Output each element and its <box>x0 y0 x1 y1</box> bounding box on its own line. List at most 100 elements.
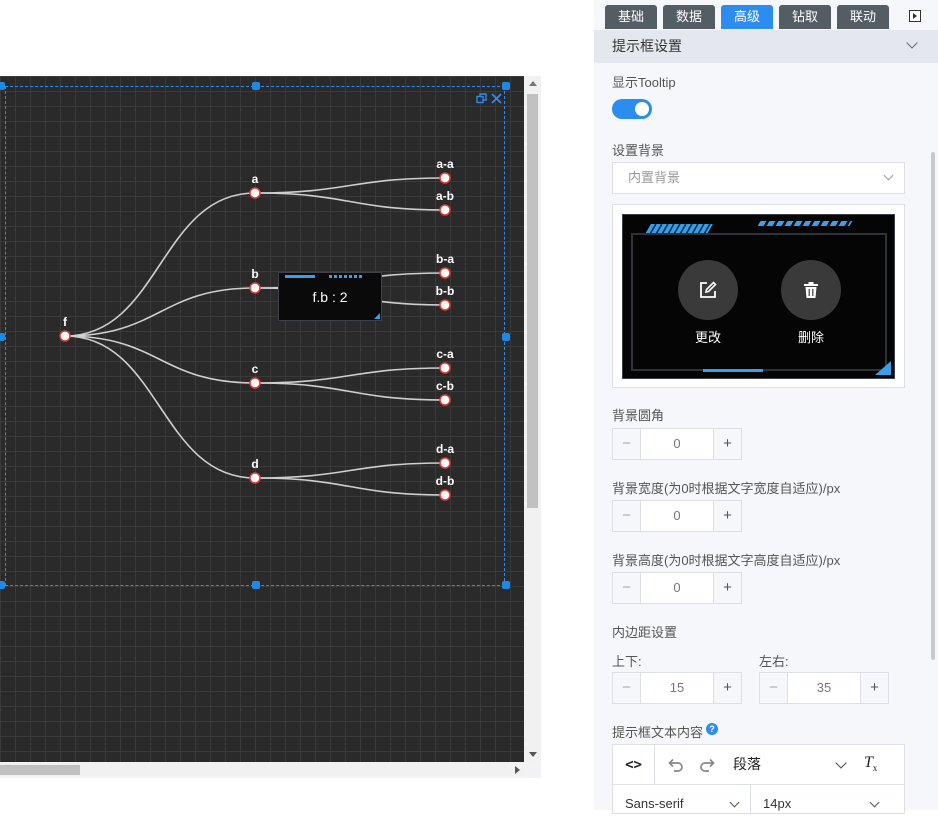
tooltip-deco <box>329 275 363 278</box>
padding-horizontal-decrement-button[interactable]: − <box>760 673 788 703</box>
radius-stepper[interactable]: − 0 + <box>612 428 742 460</box>
padding-vertical-label: 上下: <box>612 654 642 669</box>
chevron-down-icon <box>883 170 894 181</box>
tab-data[interactable]: 数据 <box>663 5 715 29</box>
bg-preview: 更改 删除 <box>622 214 895 379</box>
padding-vertical-value[interactable]: 15 <box>641 673 713 703</box>
show-tooltip-toggle[interactable] <box>612 99 652 119</box>
preview-deco <box>757 221 853 226</box>
resize-handle-mr[interactable] <box>502 333 510 341</box>
clear-format-icon[interactable]: Tx <box>864 754 877 773</box>
tab-drill[interactable]: 钻取 <box>779 5 831 29</box>
editor-font-row: Sans-serif 14px <box>613 785 904 815</box>
resize-handle-bl[interactable] <box>0 581 5 589</box>
edit-icon <box>678 260 738 320</box>
preview-corner <box>875 361 891 375</box>
height-decrement-button[interactable]: − <box>613 573 641 603</box>
rich-text-editor[interactable]: <> 段落 Tx Sans-serif 14px <box>612 744 905 815</box>
chart-canvas[interactable]: f a a-a a-b b b-a b-b c c-a c-b d d-a d-b f.b : 2 <box>0 76 524 762</box>
help-icon[interactable]: ? <box>706 723 718 735</box>
selection-box[interactable] <box>0 82 510 589</box>
chevron-down-icon <box>729 797 740 808</box>
preview-deco <box>703 369 763 372</box>
tab-linkage[interactable]: 联动 <box>837 5 889 29</box>
chart-tooltip: f.b : 2 <box>278 272 382 321</box>
resize-handle-br[interactable] <box>502 581 510 589</box>
scroll-down-icon[interactable] <box>529 752 537 757</box>
tooltip-settings-header[interactable]: 提示框设置 <box>594 30 938 63</box>
padding-horizontal-increment-button[interactable]: + <box>860 673 888 703</box>
delete-bg-button[interactable]: 删除 <box>780 260 842 346</box>
tab-bar: 基础 数据 高级 钻取 联动 <box>594 0 938 30</box>
bg-label: 设置背景 <box>612 143 665 158</box>
width-decrement-button[interactable]: − <box>613 501 641 531</box>
resize-handle-ml[interactable] <box>0 333 5 341</box>
trash-icon <box>781 260 841 320</box>
radius-value[interactable]: 0 <box>641 429 713 459</box>
undo-icon[interactable] <box>664 754 686 776</box>
padding-horizontal-stepper[interactable]: − 35 + <box>759 672 889 704</box>
font-family-select[interactable]: Sans-serif <box>613 785 751 815</box>
resize-handle-tr[interactable] <box>502 82 510 90</box>
padding-vertical-increment-button[interactable]: + <box>713 673 741 703</box>
vertical-scroll-thumb[interactable] <box>527 94 538 508</box>
play-icon <box>909 10 921 22</box>
height-label: 背景高度(为0时根据文字高度自适应)/px <box>612 553 841 568</box>
tooltip-corner <box>374 313 380 319</box>
tab-basic[interactable]: 基础 <box>605 5 657 29</box>
bg-select[interactable]: 内置背景 <box>612 162 905 194</box>
padding-label: 内边距设置 <box>612 625 678 640</box>
redo-icon[interactable] <box>697 754 719 776</box>
width-value[interactable]: 0 <box>641 501 713 531</box>
width-increment-button[interactable]: + <box>713 501 741 531</box>
resize-handle-tl[interactable] <box>0 82 5 90</box>
canvas-area: f a a-a a-b b b-a b-b c c-a c-b d d-a d-b f.b : 2 <box>0 76 541 778</box>
preview-frame <box>631 233 887 371</box>
height-value[interactable]: 0 <box>641 573 713 603</box>
radius-decrement-button[interactable]: − <box>613 429 641 459</box>
delete-bg-label: 删除 <box>797 330 824 345</box>
padding-horizontal-value[interactable]: 35 <box>788 673 860 703</box>
height-stepper[interactable]: − 0 + <box>612 572 742 604</box>
resize-handle-tm[interactable] <box>252 82 260 90</box>
restore-icon[interactable] <box>476 93 487 106</box>
close-icon[interactable] <box>491 93 502 106</box>
font-family-value: Sans-serif <box>625 796 684 811</box>
width-stepper[interactable]: − 0 + <box>612 500 742 532</box>
horizontal-scroll-thumb[interactable] <box>0 765 80 775</box>
scroll-right-icon[interactable] <box>515 766 520 774</box>
content-label: 提示框文本内容 <box>612 725 704 740</box>
toggle-knob <box>635 102 649 116</box>
chevron-down-icon[interactable] <box>835 757 847 769</box>
edit-bg-button[interactable]: 更改 <box>677 260 739 346</box>
edit-bg-label: 更改 <box>694 330 721 345</box>
chevron-down-icon <box>869 797 880 808</box>
height-increment-button[interactable]: + <box>713 573 741 603</box>
bg-select-value: 内置背景 <box>628 170 681 185</box>
panel-toggle-button[interactable] <box>900 4 930 28</box>
chevron-down-icon <box>906 37 918 49</box>
radius-label: 背景圆角 <box>612 408 665 423</box>
paragraph-select[interactable]: 段落 <box>733 745 761 784</box>
tooltip-deco <box>285 275 315 278</box>
font-size-select[interactable]: 14px <box>751 785 904 815</box>
code-view-button[interactable]: <> <box>613 745 655 784</box>
editor-toolbar: <> 段落 Tx <box>613 745 904 785</box>
vertical-scrollbar[interactable] <box>524 76 541 762</box>
bg-preview-container: 更改 删除 <box>612 204 905 388</box>
scroll-up-icon[interactable] <box>529 81 537 86</box>
font-size-value: 14px <box>763 796 792 811</box>
padding-vertical-decrement-button[interactable]: − <box>613 673 641 703</box>
selection-tools <box>476 93 502 106</box>
settings-panel: 基础 数据 高级 钻取 联动 提示框设置 显示Tooltip 设置背景 内置背景 <box>594 0 938 815</box>
panel-scrollbar[interactable] <box>931 152 935 660</box>
section-title: 提示框设置 <box>612 38 682 54</box>
radius-increment-button[interactable]: + <box>713 429 741 459</box>
resize-handle-bm[interactable] <box>252 581 260 589</box>
width-label: 背景宽度(为0时根据文字宽度自适应)/px <box>612 481 841 496</box>
tab-advanced[interactable]: 高级 <box>721 5 773 29</box>
padding-horizontal-label: 左右: <box>759 654 789 669</box>
padding-vertical-stepper[interactable]: − 15 + <box>612 672 742 704</box>
horizontal-scrollbar[interactable] <box>0 762 524 778</box>
show-tooltip-label: 显示Tooltip <box>612 75 676 90</box>
